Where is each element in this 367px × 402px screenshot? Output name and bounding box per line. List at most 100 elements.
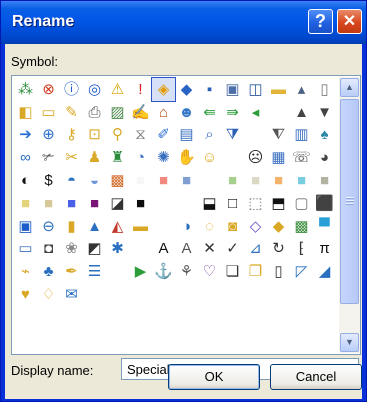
- triangle-up-icon[interactable]: ▲: [290, 101, 313, 124]
- warning-diamond-icon[interactable]: ◈: [151, 77, 176, 102]
- cyan-swatch-icon[interactable]: ■: [290, 169, 313, 192]
- half-circle-icon[interactable]: ◒: [83, 169, 106, 192]
- black-swatch-icon[interactable]: ■: [129, 192, 152, 215]
- heart-icon[interactable]: ♥: [14, 283, 37, 306]
- scroll-thumb[interactable]: [340, 99, 359, 304]
- contrast-icon[interactable]: ◐: [14, 169, 37, 192]
- org-chart-icon[interactable]: ⁂: [14, 78, 37, 101]
- scroll-up-icon[interactable]: ▴: [290, 78, 313, 101]
- empty-icon[interactable]: [83, 283, 106, 306]
- chart-icon[interactable]: ▮: [60, 215, 83, 238]
- scroll-up-button[interactable]: ▲: [340, 78, 359, 97]
- chart-check-icon[interactable]: ⊿: [244, 238, 267, 261]
- circle-arrow-icon[interactable]: ⊕: [37, 124, 60, 147]
- monitor-icon[interactable]: ▀: [313, 215, 336, 238]
- go-icon[interactable]: ⊖: [37, 215, 60, 238]
- empty-icon[interactable]: [106, 260, 129, 283]
- letter-a-shadow-icon[interactable]: A: [175, 238, 198, 261]
- bullet-list-icon[interactable]: ☰: [83, 260, 106, 283]
- empty-icon[interactable]: [221, 146, 244, 169]
- window-icon[interactable]: ▭: [14, 238, 37, 261]
- home-icon[interactable]: ⌂: [152, 101, 175, 124]
- empty-icon[interactable]: [152, 215, 175, 238]
- new-document-icon[interactable]: ▯: [313, 78, 336, 101]
- gift-icon[interactable]: ◆: [267, 215, 290, 238]
- ribbon-icon[interactable]: ♡: [198, 260, 221, 283]
- plant-icon[interactable]: ♠: [313, 124, 336, 147]
- person-icon[interactable]: ♟: [83, 146, 106, 169]
- pyramid-icon[interactable]: ▲: [83, 215, 106, 238]
- scroll-down-button[interactable]: ▼: [340, 333, 359, 352]
- pen-icon[interactable]: ✐: [152, 124, 175, 147]
- bar-chart-icon[interactable]: ▬: [129, 215, 152, 238]
- title-bar[interactable]: Rename ? ✕: [1, 1, 366, 44]
- doughnut-icon[interactable]: ◌: [198, 215, 221, 238]
- pie-chart-icon[interactable]: ◑: [175, 215, 198, 238]
- copy-icon[interactable]: ❏: [221, 260, 244, 283]
- lock-icon[interactable]: ⊡: [83, 124, 106, 147]
- binoculars-icon[interactable]: ♣: [37, 260, 60, 283]
- green-swatch-icon[interactable]: ■: [221, 169, 244, 192]
- sparkle-icon[interactable]: ✱: [106, 238, 129, 261]
- bw-diagonal-icon[interactable]: ◩: [83, 238, 106, 261]
- save-icon[interactable]: ▪: [198, 78, 221, 101]
- list-icon[interactable]: ▤: [175, 124, 198, 147]
- hand-icon[interactable]: ✋: [175, 146, 198, 169]
- save-all-icon[interactable]: ▣: [221, 78, 244, 101]
- exclamation-icon[interactable]: !: [129, 78, 152, 101]
- area-chart-icon[interactable]: ◭: [106, 215, 129, 238]
- empty-icon[interactable]: [175, 192, 198, 215]
- gear-flower-icon[interactable]: ❀: [60, 238, 83, 261]
- cross-icon[interactable]: ✕: [198, 238, 221, 261]
- pin-icon[interactable]: ⚲: [106, 124, 129, 147]
- folder-icon[interactable]: ▬: [267, 78, 290, 101]
- paint-bucket-icon[interactable]: ⌁: [14, 260, 37, 283]
- frown-icon[interactable]: ☹: [244, 146, 267, 169]
- clipboard-icon[interactable]: ❐: [244, 260, 267, 283]
- calculator-icon[interactable]: ▦: [267, 146, 290, 169]
- back-icon[interactable]: ◂: [244, 101, 267, 124]
- bracket-number-icon[interactable]: ⁅: [290, 238, 313, 261]
- tools-icon[interactable]: ✂: [60, 146, 83, 169]
- cancel-circle-icon[interactable]: ⊗: [37, 78, 60, 101]
- layers-icon[interactable]: ◇: [244, 215, 267, 238]
- info-icon[interactable]: ⓘ: [60, 78, 83, 101]
- empty-icon[interactable]: [198, 169, 221, 192]
- warning-icon[interactable]: ⚠: [106, 78, 129, 101]
- people-icon[interactable]: ♜: [106, 146, 129, 169]
- cylinder-icon[interactable]: ◙: [221, 215, 244, 238]
- outline-square-icon[interactable]: ▢: [290, 192, 313, 215]
- shield-icon[interactable]: ◆: [175, 78, 198, 101]
- symbol-scrollbar[interactable]: ▲ ▼: [339, 77, 360, 353]
- play-icon[interactable]: ▶: [129, 260, 152, 283]
- currency-icon[interactable]: $: [37, 169, 60, 192]
- snowflake-icon[interactable]: ✺: [152, 146, 175, 169]
- clock-icon[interactable]: ◔: [129, 146, 152, 169]
- letter-a-icon[interactable]: A: [152, 238, 175, 261]
- orange-swatch-icon[interactable]: ■: [267, 169, 290, 192]
- signature-icon[interactable]: ✍: [129, 101, 152, 124]
- pen-nib-icon[interactable]: ◢: [313, 260, 336, 283]
- empty-icon[interactable]: [267, 101, 290, 124]
- open-folder-icon[interactable]: ◧: [14, 101, 37, 124]
- black-white-swatch-icon[interactable]: ◪: [106, 192, 129, 215]
- arrow-right-icon[interactable]: ➔: [14, 124, 37, 147]
- bell-icon[interactable]: ♢: [37, 283, 60, 306]
- half-black-icon[interactable]: ⬓: [198, 192, 221, 215]
- globe-icon[interactable]: ☻: [175, 101, 198, 124]
- picture-icon[interactable]: ▨: [106, 101, 129, 124]
- checkmark-icon[interactable]: ✓: [221, 238, 244, 261]
- brush-icon[interactable]: ✒: [60, 260, 83, 283]
- phone-icon[interactable]: ☏: [290, 146, 313, 169]
- pi-icon[interactable]: π: [313, 238, 336, 261]
- close-button[interactable]: ✕: [337, 9, 362, 34]
- eye-icon[interactable]: ◓: [60, 169, 83, 192]
- triangle-down-icon[interactable]: ▼: [313, 101, 336, 124]
- cancel-button[interactable]: Cancel: [270, 364, 362, 390]
- scissors-icon[interactable]: ✃: [37, 146, 60, 169]
- filled-square-icon[interactable]: ⬛: [313, 192, 336, 215]
- refresh-icon[interactable]: ↻: [267, 238, 290, 261]
- book-icon[interactable]: ▥: [290, 124, 313, 147]
- funnel-icon[interactable]: ⧨: [267, 124, 290, 147]
- magnifier-doc-icon[interactable]: ⚘: [175, 260, 198, 283]
